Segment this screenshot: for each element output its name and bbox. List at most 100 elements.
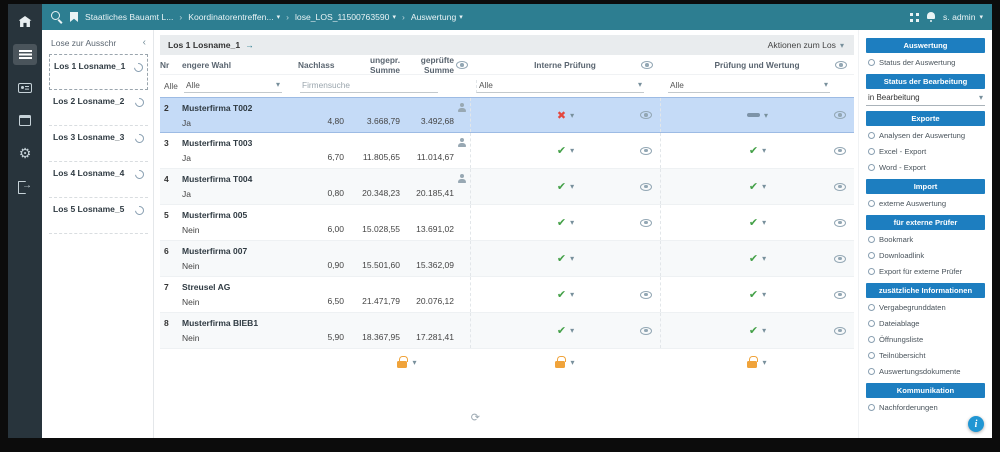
link-teilnuebersicht[interactable]: Teilnübersicht: [866, 348, 985, 362]
link-externe-auswertung[interactable]: externe Auswertung: [866, 196, 985, 210]
pruefung-wertung-cell[interactable]: ✔ ▾: [660, 313, 854, 348]
link-status-der-auswertung[interactable]: Status der Auswertung: [866, 55, 985, 69]
eye-icon[interactable]: [456, 61, 468, 69]
user-menu[interactable]: s. admin ▾: [943, 12, 983, 22]
eye-icon[interactable]: [640, 182, 652, 191]
table-row[interactable]: 5 Musterfirma 005 Nein 6,00 15.028,55 13.…: [160, 205, 854, 241]
chevron-down-icon[interactable]: ▾: [570, 326, 574, 335]
bell-icon[interactable]: [926, 11, 936, 23]
chevron-down-icon[interactable]: ▾: [762, 326, 766, 335]
link-export-externe-pruefer[interactable]: Export für externe Prüfer: [866, 264, 985, 278]
pruefung-wertung-cell[interactable]: ✔ ▾: [660, 241, 854, 276]
eye-icon[interactable]: [834, 182, 846, 191]
lot-actions-menu[interactable]: Aktionen zum Los ▾: [768, 40, 844, 50]
lock-summen[interactable]: ▾: [344, 355, 470, 368]
link-analysen-der-auswertung[interactable]: Analysen der Auswertung: [866, 128, 985, 142]
eye-icon[interactable]: [640, 146, 652, 155]
table-row[interactable]: 3 Musterfirma T003 Ja 6,70 11.805,65 11.0…: [160, 133, 854, 169]
info-icon[interactable]: i: [968, 416, 984, 432]
link-bookmark[interactable]: Bookmark: [866, 232, 985, 246]
interne-pruefung-cell[interactable]: ✔ ▾: [470, 313, 660, 348]
lot-item-2[interactable]: Los 2 Losname_2: [49, 90, 148, 126]
lot-item-1[interactable]: Los 1 Losname_1: [49, 54, 148, 90]
breadcrumb-item-meeting[interactable]: Koordinatorentreffen... ▾: [188, 12, 280, 22]
apps-grid-icon[interactable]: [910, 12, 919, 22]
chevron-down-icon[interactable]: ▾: [764, 111, 768, 120]
collapse-chevron-icon[interactable]: ‹: [143, 37, 146, 48]
chevron-down-icon[interactable]: ▾: [762, 290, 766, 299]
firmensuche-input[interactable]: Firmensuche: [300, 80, 438, 93]
chevron-down-icon[interactable]: ▾: [570, 254, 574, 263]
table-row[interactable]: 8 Musterfirma BIEB1 Nein 5,90 18.367,95 1…: [160, 313, 854, 349]
lot-item-3[interactable]: Los 3 Losname_3: [49, 126, 148, 162]
interne-pruefung-cell[interactable]: ✔ ▾: [470, 205, 660, 240]
link-nachforderungen[interactable]: Nachforderungen: [866, 400, 985, 414]
pruefung-wertung-cell[interactable]: ✔ ▾: [660, 205, 854, 240]
chevron-down-icon[interactable]: ▾: [570, 290, 574, 299]
pruefung-wertung-cell[interactable]: ✔ ▾: [660, 169, 854, 204]
table-row[interactable]: 6 Musterfirma 007 Nein 0,90 15.501,60 15.…: [160, 241, 854, 277]
interne-pruefung-cell[interactable]: ✔ ▾: [470, 241, 660, 276]
eye-icon[interactable]: [640, 290, 652, 299]
eye-icon[interactable]: [834, 254, 846, 263]
eye-icon[interactable]: [640, 326, 652, 335]
sidebar-item-contacts[interactable]: [13, 77, 37, 98]
sidebar-item-home[interactable]: [13, 11, 37, 32]
link-oeffnungsliste[interactable]: Öffnungsliste: [866, 332, 985, 346]
eye-icon[interactable]: [834, 326, 846, 335]
interne-pruefung-cell[interactable]: ✔ ▾: [470, 133, 660, 168]
pruefung-wertung-cell[interactable]: ▾: [660, 98, 854, 132]
pruefung-wertung-cell[interactable]: ✔ ▾: [660, 133, 854, 168]
eye-icon[interactable]: [640, 218, 652, 227]
breadcrumb-item-auswertung[interactable]: Auswertung ▾: [411, 12, 463, 22]
search-icon[interactable]: [51, 11, 63, 23]
eye-icon[interactable]: [834, 218, 846, 227]
chevron-down-icon[interactable]: ▾: [762, 254, 766, 263]
lot-title[interactable]: Los 1 Losname_1 →: [168, 40, 254, 50]
chevron-down-icon[interactable]: ▾: [762, 146, 766, 155]
lot-item-4[interactable]: Los 4 Losname_4: [49, 162, 148, 198]
pruefung-wertung-cell[interactable]: ✔ ▾: [660, 277, 854, 312]
eye-icon[interactable]: [640, 111, 652, 119]
bearbeitung-status-select[interactable]: in Bearbeitung ▾: [866, 91, 985, 106]
link-word-export[interactable]: Word - Export: [866, 160, 985, 174]
chevron-down-icon[interactable]: ▾: [570, 111, 574, 120]
eye-icon[interactable]: [834, 111, 846, 119]
person-edit-icon[interactable]: [458, 138, 467, 148]
filter-engere-wahl[interactable]: Alle ▾: [184, 80, 282, 93]
chevron-down-icon[interactable]: ▾: [762, 218, 766, 227]
person-edit-icon[interactable]: [458, 174, 467, 184]
table-row[interactable]: 2 Musterfirma T002 Ja 4,80 3.668,79 3.492…: [160, 97, 854, 133]
eye-icon[interactable]: [834, 290, 846, 299]
chevron-down-icon[interactable]: ▾: [570, 146, 574, 155]
sidebar-item-calendar[interactable]: [13, 110, 37, 131]
eye-icon[interactable]: [835, 61, 847, 69]
chevron-down-icon[interactable]: ▾: [762, 182, 766, 191]
lot-item-5[interactable]: Los 5 Losname_5: [49, 198, 148, 234]
chevron-down-icon[interactable]: ▾: [570, 218, 574, 227]
filter-interne-pruefung[interactable]: Alle ▾: [476, 79, 644, 93]
lock-interne-pruefung[interactable]: ▾: [470, 355, 660, 368]
link-vergabegrunddaten[interactable]: Vergabegrunddaten: [866, 300, 985, 314]
interne-pruefung-cell[interactable]: ✖ ▾: [470, 98, 660, 132]
chevron-down-icon[interactable]: ▾: [570, 182, 574, 191]
link-downloadlink[interactable]: Downloadlink: [866, 248, 985, 262]
link-dateiablage[interactable]: Dateiablage: [866, 316, 985, 330]
lock-pruefung-wertung[interactable]: ▾: [660, 355, 854, 368]
breadcrumb-item-lose[interactable]: lose_LOS_11500763590 ▾: [295, 12, 396, 22]
eye-icon[interactable]: [641, 61, 653, 69]
link-excel-export[interactable]: Excel - Export: [866, 144, 985, 158]
bookmark-icon[interactable]: [70, 12, 78, 22]
link-auswertungsdokumente[interactable]: Auswertungsdokumente: [866, 364, 985, 378]
sidebar-item-list[interactable]: [13, 44, 37, 65]
filter-pruefung-wertung[interactable]: Alle ▾: [668, 80, 830, 93]
sidebar-item-settings[interactable]: ⚙: [13, 143, 37, 164]
breadcrumb-item-project[interactable]: Staatliches Bauamt L...: [85, 12, 173, 22]
interne-pruefung-cell[interactable]: ✔ ▾: [470, 169, 660, 204]
table-row[interactable]: 7 Streusel AG Nein 6,50 21.471,79 20.076,…: [160, 277, 854, 313]
eye-icon[interactable]: [834, 146, 846, 155]
sidebar-item-logout[interactable]: [13, 176, 37, 197]
table-row[interactable]: 4 Musterfirma T004 Ja 0,80 20.348,23 20.1…: [160, 169, 854, 205]
interne-pruefung-cell[interactable]: ✔ ▾: [470, 277, 660, 312]
person-edit-icon[interactable]: [458, 103, 467, 113]
